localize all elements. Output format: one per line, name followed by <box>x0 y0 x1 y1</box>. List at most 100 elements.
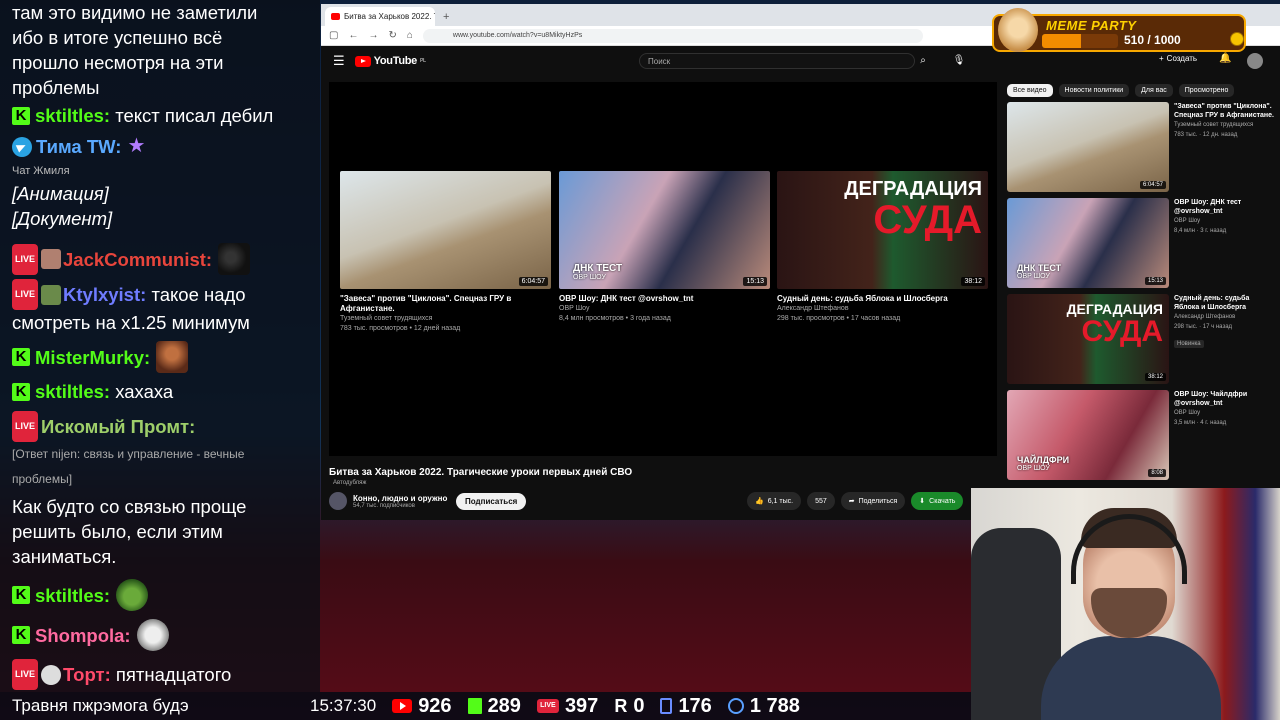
face-emote-icon <box>156 341 189 373</box>
video-duration: 38:12 <box>961 277 985 286</box>
channel-avatar[interactable] <box>329 492 347 510</box>
channel-name: Туземный совет трудящихся <box>340 315 433 322</box>
video-player[interactable]: 6:04:57 "Завеса" против "Циклона". Спецн… <box>329 82 997 456</box>
rutube-viewers: R0 <box>614 695 644 718</box>
url-input[interactable]: www.youtube.com/watch?v=u8MiktyHzPs <box>422 28 923 43</box>
channel-name[interactable]: Конно, людно и оружно <box>353 494 447 503</box>
chip-politics-news[interactable]: Новости политики <box>1058 84 1130 97</box>
kick-icon <box>467 698 482 714</box>
comments-count[interactable]: 557 <box>807 492 835 510</box>
endscreen-video-card[interactable]: ДЕГРАДАЦИЯ СУДА 38:12 Судный день: судьба… <box>777 171 988 324</box>
webcam-feed <box>971 488 1280 720</box>
menu-icon[interactable]: ☰ <box>333 53 345 69</box>
browser-tab[interactable]: Битва за Харьков 2022. Траги × <box>325 7 435 26</box>
endscreen-video-card[interactable]: ДНК ТЕСТ ОВР ШОУ 15:13 ОВР Шоу: ДНК тест … <box>559 171 770 324</box>
chat-text: смотреть на x1.25 минимум <box>12 312 250 333</box>
telegram-icon <box>12 136 32 157</box>
chat-message: LIVE Ktylxyist: такое надо <box>12 279 312 310</box>
chat-panel: там это видимо не заметили ибо в итоге у… <box>0 0 320 692</box>
subscriber-count: 54,7 тыс. подписчиков <box>353 502 415 509</box>
new-tab-button[interactable]: + <box>443 11 449 26</box>
search-icon[interactable]: ⌕ <box>909 53 937 69</box>
download-icon: ⬇ <box>919 498 926 505</box>
video-duration: 38:12 <box>1144 373 1166 381</box>
youtube-logo[interactable]: YouTube PL <box>354 55 426 67</box>
chat-nick: MisterMurky: <box>35 346 151 368</box>
thumbnail-caption: ДЕГРАДАЦИЯ СУДА <box>844 179 982 241</box>
kick-icon: K <box>12 348 30 366</box>
chat-message: LIVE Искомый Промт: <box>12 411 312 442</box>
chat-message: LIVE JackCommunist: <box>12 243 312 275</box>
subscribe-button[interactable]: Подписаться <box>456 493 527 510</box>
video-stats: 298 тыс. просмотров • 17 часов назад <box>777 315 901 322</box>
cat-emote-icon <box>218 243 251 275</box>
create-label: Создать <box>1166 54 1198 63</box>
chip-watched[interactable]: Просмотрено <box>1178 84 1235 97</box>
download-label: Скачать <box>929 497 956 505</box>
related-video-item[interactable]: 6:04:57 "Завеса" против "Циклона". Спецн… <box>1007 102 1277 194</box>
chat-text: заниматься. <box>12 546 117 567</box>
microphone-icon[interactable]: 🎙 <box>951 53 967 69</box>
video-thumbnail: ДНК ТЕСТ ОВР ШОУ 15:13 <box>1007 198 1169 288</box>
channel-info[interactable]: Конно, людно и оружно 54,7 тыс. подписчи… <box>329 492 447 510</box>
user-avatar[interactable] <box>1247 53 1263 69</box>
download-button[interactable]: ⬇ Скачать <box>911 492 964 510</box>
live-badge-icon: LIVE <box>12 659 39 690</box>
video-stats: 8,4 млн · 3 г. назад <box>1174 228 1227 234</box>
thumbnail-caption: ДНК ТЕСТ ОВР ШОУ <box>1017 263 1061 280</box>
youtube-play-icon <box>354 55 371 67</box>
chat-attachment-label: [Анимация] <box>12 183 109 204</box>
like-button[interactable]: 👍 6,1 тыс. <box>747 492 802 510</box>
chat-nick: sktiltles: <box>35 584 111 606</box>
doge-icon <box>998 8 1038 52</box>
video-thumbnail: ДЕГРАДАЦИЯ СУДА 38:12 <box>777 171 988 289</box>
chat-nick: sktiltles: <box>35 381 111 402</box>
chat-nick: Тима TW: <box>36 136 122 157</box>
back-icon[interactable]: ← <box>348 30 358 41</box>
search-input[interactable]: Поиск <box>639 53 915 69</box>
total-viewers: 1 788 <box>727 694 800 718</box>
create-button[interactable]: + Создать <box>1159 54 1197 63</box>
channel-name: Туземный совет трудящихся <box>1174 122 1254 128</box>
other-viewers: 176 <box>660 695 712 718</box>
chat-nick: JackCommunist: <box>63 248 213 270</box>
video-actions: 👍 6,1 тыс. 557 ➦ Поделиться ⬇ Скачать <box>747 492 964 510</box>
filter-chips: Все видео Новости политики Для вас Просм… <box>1007 84 1235 97</box>
endscreen-video-card[interactable]: 6:04:57 "Завеса" против "Циклона". Спецн… <box>340 171 551 334</box>
channel-name: Александр Штефанов <box>1174 314 1236 320</box>
total-viewer-count: 1 788 <box>749 694 800 717</box>
video-title: "Завеса" против "Циклона". Спецназ ГРУ в… <box>1174 103 1275 119</box>
vk-viewer-count: 397 <box>564 694 599 717</box>
chat-message: K Shompola: <box>12 619 312 651</box>
kick-viewer-count: 289 <box>487 694 521 717</box>
video-duration: 6:04:57 <box>1139 181 1166 189</box>
chip-all-videos[interactable]: Все видео <box>1007 84 1053 97</box>
chat-text: такое надо <box>151 284 246 305</box>
video-duration: 6:04:57 <box>518 277 548 286</box>
hourglass-icon <box>660 698 673 714</box>
chat-nick: Shompola: <box>35 624 131 646</box>
home-icon[interactable]: ⌂ <box>407 30 413 41</box>
youtube-viewers: 926 <box>392 695 452 718</box>
video-thumbnail: 6:04:57 <box>340 171 551 289</box>
kick-icon: K <box>12 586 30 604</box>
related-video-item[interactable]: ДЕГРАДАЦИЯ СУДА 38:12 Судный день: судьба… <box>1007 294 1277 386</box>
related-video-item[interactable]: ЧАЙЛДФРИ ОВР ШОУ 8:08 ОВР Шоу: Чайлдфри @… <box>1007 390 1277 482</box>
video-title: Судный день: судьба Яблока и Шлосберга <box>777 294 948 303</box>
channel-name: ОВР Шоу <box>559 305 590 312</box>
chat-nick: sktiltles: <box>35 105 111 126</box>
forward-icon[interactable]: → <box>368 30 378 41</box>
related-video-item[interactable]: ДНК ТЕСТ ОВР ШОУ 15:13 ОВР Шоу: ДНК тест … <box>1007 198 1277 290</box>
new-badge: Новинка <box>1174 340 1204 348</box>
sidebar-toggle-icon[interactable]: ▢ <box>329 30 338 41</box>
chip-for-you[interactable]: Для вас <box>1135 84 1173 97</box>
chat-reply-quote: [Ответ nijen: связь и управление - вечны… <box>12 447 245 461</box>
share-button[interactable]: ➦ Поделиться <box>840 492 906 510</box>
notifications-bell-icon[interactable]: 🔔 <box>1219 53 1231 64</box>
chat-message: LIVE Торт: пятнадцатого <box>12 659 312 690</box>
kick-icon: K <box>12 626 30 644</box>
avatar <box>41 284 62 305</box>
thumbnail-subtitle: ОВР ШОУ <box>573 274 606 281</box>
video-thumbnail: ДЕГРАДАЦИЯ СУДА 38:12 <box>1007 294 1169 384</box>
reload-icon[interactable]: ↻ <box>388 30 396 41</box>
